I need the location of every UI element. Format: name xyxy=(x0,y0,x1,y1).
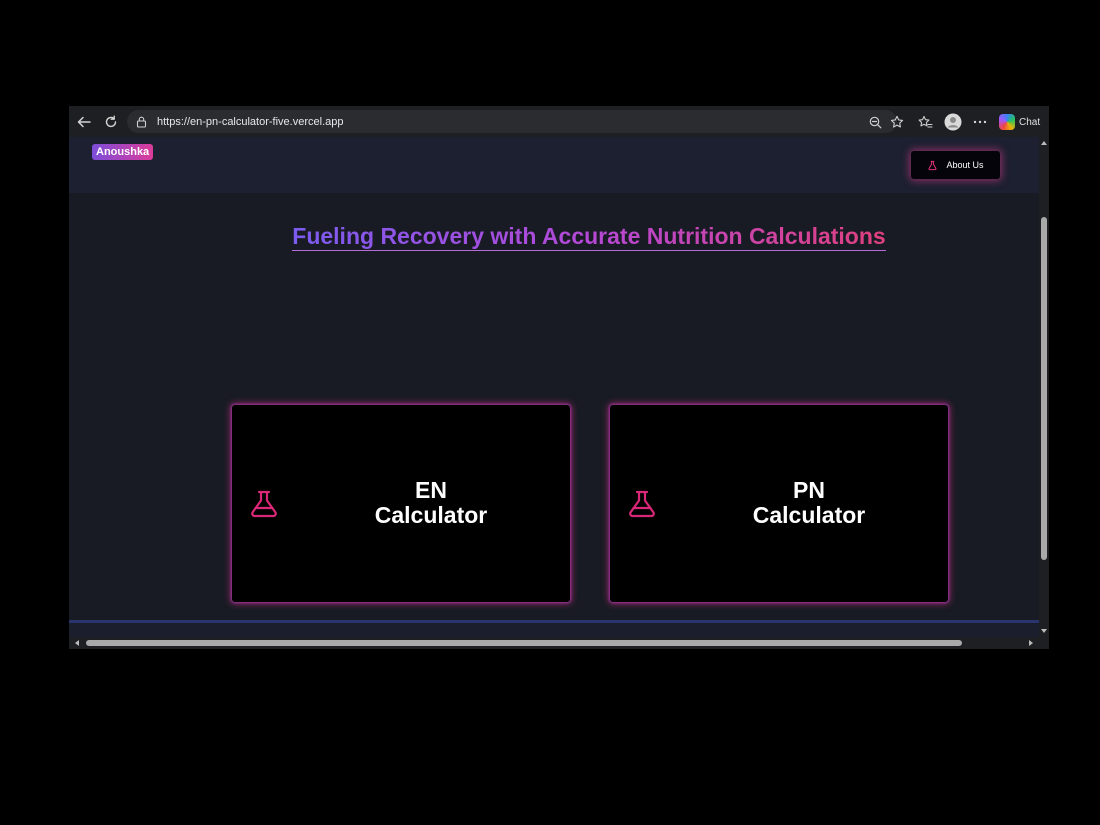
web-page: Anoushka About Us Fueling Recovery with … xyxy=(69,137,1039,637)
copilot-icon xyxy=(999,114,1015,130)
hero-section: Fueling Recovery with Accurate Nutrition… xyxy=(69,223,1049,251)
horizontal-scroll-thumb[interactable] xyxy=(86,640,962,646)
favorite-star-icon[interactable] xyxy=(886,111,908,133)
pn-calculator-title: PN Calculator xyxy=(752,477,866,528)
footer-strip xyxy=(69,623,1039,637)
scroll-up-icon[interactable] xyxy=(1041,141,1047,145)
site-navbar: Anoushka About Us xyxy=(69,137,1039,193)
browser-toolbar: https://en-pn-calculator-five.vercel.app… xyxy=(69,106,1049,137)
lock-icon[interactable] xyxy=(134,115,148,129)
brand-logo[interactable]: Anoushka xyxy=(92,144,154,160)
flask-icon xyxy=(629,490,655,518)
en-calculator-card[interactable]: EN Calculator xyxy=(232,405,570,602)
flask-icon xyxy=(251,490,277,518)
zoom-out-icon[interactable] xyxy=(864,111,886,133)
scroll-right-icon[interactable] xyxy=(1029,640,1033,646)
hero-title: Fueling Recovery with Accurate Nutrition… xyxy=(292,223,886,251)
chat-label: Chat xyxy=(1019,116,1041,128)
vertical-scrollbar[interactable] xyxy=(1039,137,1049,637)
scroll-left-icon[interactable] xyxy=(75,640,79,646)
address-bar[interactable]: https://en-pn-calculator-five.vercel.app xyxy=(127,110,897,133)
scroll-down-icon[interactable] xyxy=(1041,629,1047,633)
more-icon[interactable] xyxy=(969,111,991,133)
browser-window: https://en-pn-calculator-five.vercel.app… xyxy=(69,106,1049,649)
horizontal-scrollbar[interactable] xyxy=(69,637,1049,649)
about-us-label: About Us xyxy=(946,160,984,170)
about-us-button[interactable]: About Us xyxy=(911,151,1000,179)
pn-calculator-card[interactable]: PN Calculator xyxy=(610,405,948,602)
profile-icon[interactable] xyxy=(942,111,964,133)
refresh-icon[interactable] xyxy=(100,111,122,133)
copilot-chat-button[interactable]: Chat xyxy=(999,111,1040,133)
favorites-icon[interactable] xyxy=(914,111,936,133)
en-calculator-title: EN Calculator xyxy=(374,477,488,528)
back-arrow-icon[interactable] xyxy=(73,111,95,133)
url-text[interactable]: https://en-pn-calculator-five.vercel.app xyxy=(157,116,343,128)
flask-icon xyxy=(928,160,937,170)
vertical-scroll-thumb[interactable] xyxy=(1041,217,1047,560)
